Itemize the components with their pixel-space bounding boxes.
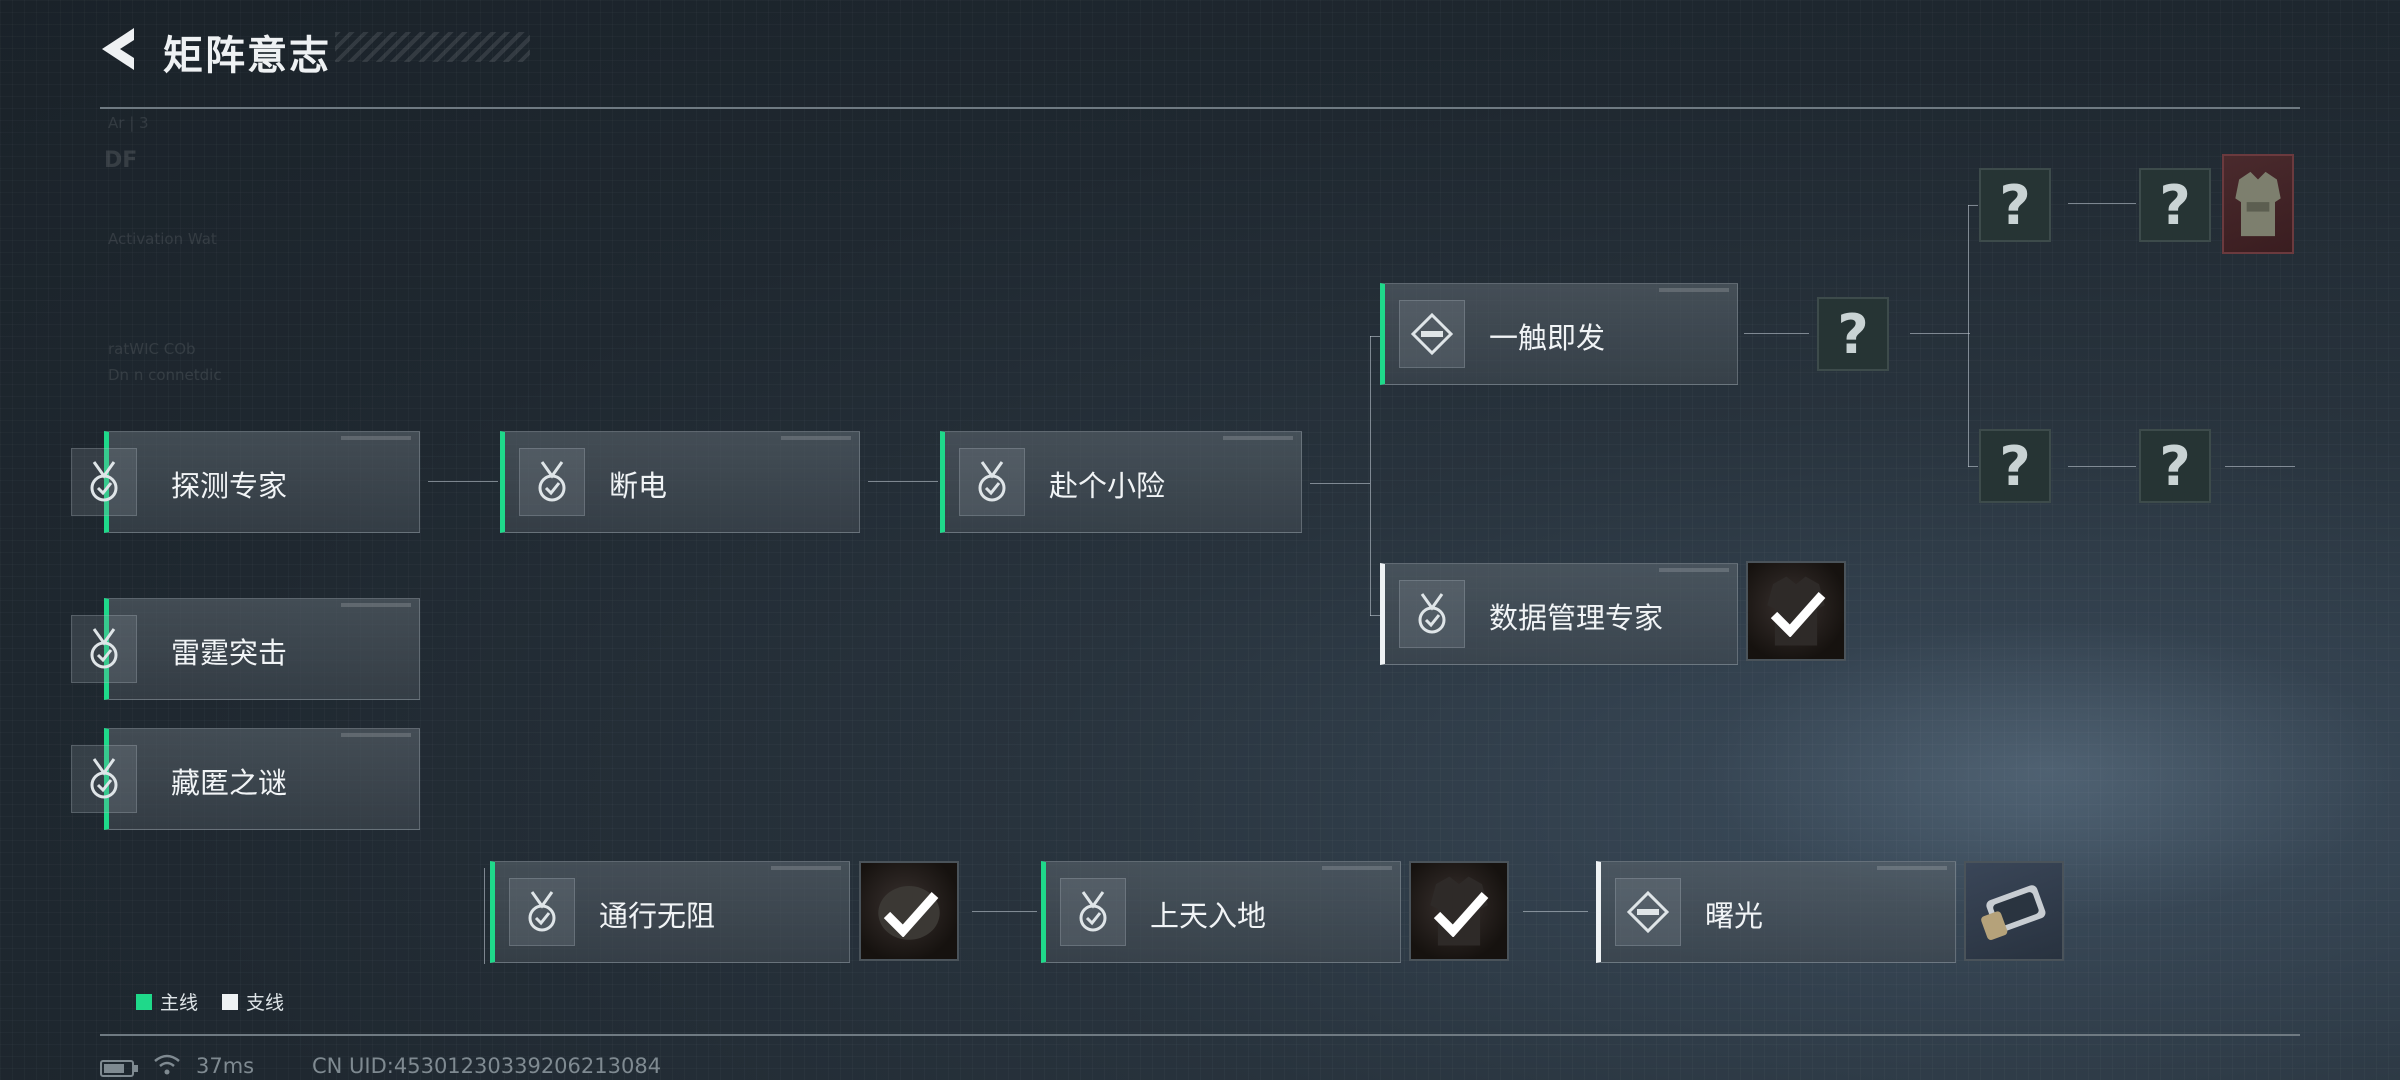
node-label: 数据管理专家 [1489, 601, 1664, 635]
back-button[interactable] [96, 24, 146, 74]
back-arrow-icon [102, 28, 134, 70]
connector [2068, 203, 2136, 204]
task-node-duandian[interactable]: 断电 [500, 431, 860, 533]
node-tab [341, 603, 411, 607]
task-node-fuge[interactable]: 赴个小险 [940, 431, 1302, 533]
node-label: 断电 [609, 469, 668, 503]
connector [484, 868, 485, 964]
task-node-tance[interactable]: 探测专家 [71, 431, 420, 533]
node-label: 赴个小险 [1049, 469, 1166, 503]
legend-main: 主线 [136, 988, 198, 1015]
connector [2068, 466, 2136, 467]
connector [1968, 466, 1978, 467]
title-decoration [335, 32, 530, 62]
connector [2225, 466, 2295, 467]
node-tab [1877, 866, 1947, 870]
node-tab [341, 733, 411, 737]
node-label: 上天入地 [1150, 899, 1267, 933]
node-tab [771, 866, 841, 870]
connector [972, 911, 1037, 912]
connector [1310, 483, 1370, 484]
node-label: 曙光 [1705, 899, 1764, 933]
node-label: 探测专家 [171, 469, 288, 503]
connector [868, 481, 938, 482]
node-label: 通行无阻 [599, 899, 716, 933]
bg-text-line3: ratWIC COb [108, 340, 196, 358]
connector [1370, 615, 1380, 616]
armor-vest-icon [2235, 171, 2281, 237]
node-label: 一触即发 [1489, 321, 1606, 355]
ping-readout: 37ms [196, 1054, 255, 1078]
medal-check-icon [71, 745, 137, 813]
node-label: 藏匿之谜 [171, 766, 288, 800]
task-node-shuguang[interactable]: 曙光 [1596, 861, 1956, 963]
legend-swatch-side [222, 993, 238, 1010]
legend-swatch-main [136, 993, 152, 1010]
bg-text-line4: Dn n connetdic [108, 366, 222, 384]
task-node-tongxing[interactable]: 通行无阻 [490, 861, 850, 963]
check-icon [1433, 892, 1489, 937]
connector [1968, 205, 1969, 467]
connector [1370, 336, 1380, 337]
medal-check-icon [509, 878, 575, 946]
legend-label: 主线 [160, 992, 199, 1014]
top-divider [100, 107, 2300, 109]
node-tab [1322, 866, 1392, 870]
node-tab [781, 436, 851, 440]
unknown-node[interactable]: ? [2139, 168, 2211, 242]
task-node-leiting[interactable]: 雷霆突击 [71, 598, 420, 700]
check-icon [1770, 592, 1826, 637]
reward-shuju[interactable] [1746, 561, 1846, 661]
task-node-shangtian[interactable]: 上天入地 [1041, 861, 1401, 963]
legend-label: 支线 [246, 992, 285, 1014]
diamond-emblem-icon [1615, 878, 1681, 946]
node-tab [1223, 436, 1293, 440]
battery-icon [100, 1060, 138, 1077]
check-icon [883, 892, 939, 937]
node-tab [1659, 568, 1729, 572]
medal-check-icon [1060, 878, 1126, 946]
diamond-emblem-icon [1399, 300, 1465, 368]
connector [428, 481, 498, 482]
node-tab [1659, 288, 1729, 292]
wristwatch-icon [1981, 885, 2046, 940]
reward-tongxing[interactable] [859, 861, 959, 961]
medal-check-icon [71, 615, 137, 683]
bottom-divider [100, 1034, 2300, 1036]
connector [1968, 205, 1978, 206]
reward-shuguang[interactable] [1964, 861, 2064, 961]
task-node-shuju[interactable]: 数据管理专家 [1380, 563, 1738, 665]
medal-check-icon [959, 448, 1025, 516]
connector [1370, 336, 1371, 616]
node-tab [341, 436, 411, 440]
medal-check-icon [71, 448, 137, 516]
reward-shangtian[interactable] [1409, 861, 1509, 961]
bg-text-brand: DF [104, 148, 138, 173]
player-uid: CN UID:45301230339206213084 [312, 1054, 662, 1078]
unknown-node[interactable]: ? [1817, 297, 1889, 371]
unknown-node[interactable]: ? [1979, 168, 2051, 242]
task-node-yichu[interactable]: 一触即发 [1380, 283, 1738, 385]
connector [1523, 911, 1588, 912]
bg-text-line2: Activation Wat [108, 230, 217, 248]
task-node-canni[interactable]: 藏匿之谜 [71, 728, 420, 830]
wifi-icon [154, 1054, 180, 1075]
medal-check-icon [519, 448, 585, 516]
unknown-node[interactable]: ? [1979, 429, 2051, 503]
bg-text-line1: Ar | 3 [108, 114, 149, 132]
connector [1910, 333, 1970, 334]
node-label: 雷霆突击 [171, 636, 288, 670]
connector [1744, 333, 1809, 334]
reward-top-right[interactable] [2222, 154, 2294, 254]
medal-check-icon [1399, 580, 1465, 648]
unknown-node[interactable]: ? [2139, 429, 2211, 503]
legend-side: 支线 [222, 988, 284, 1015]
page-title: 矩阵意志 [163, 33, 331, 79]
